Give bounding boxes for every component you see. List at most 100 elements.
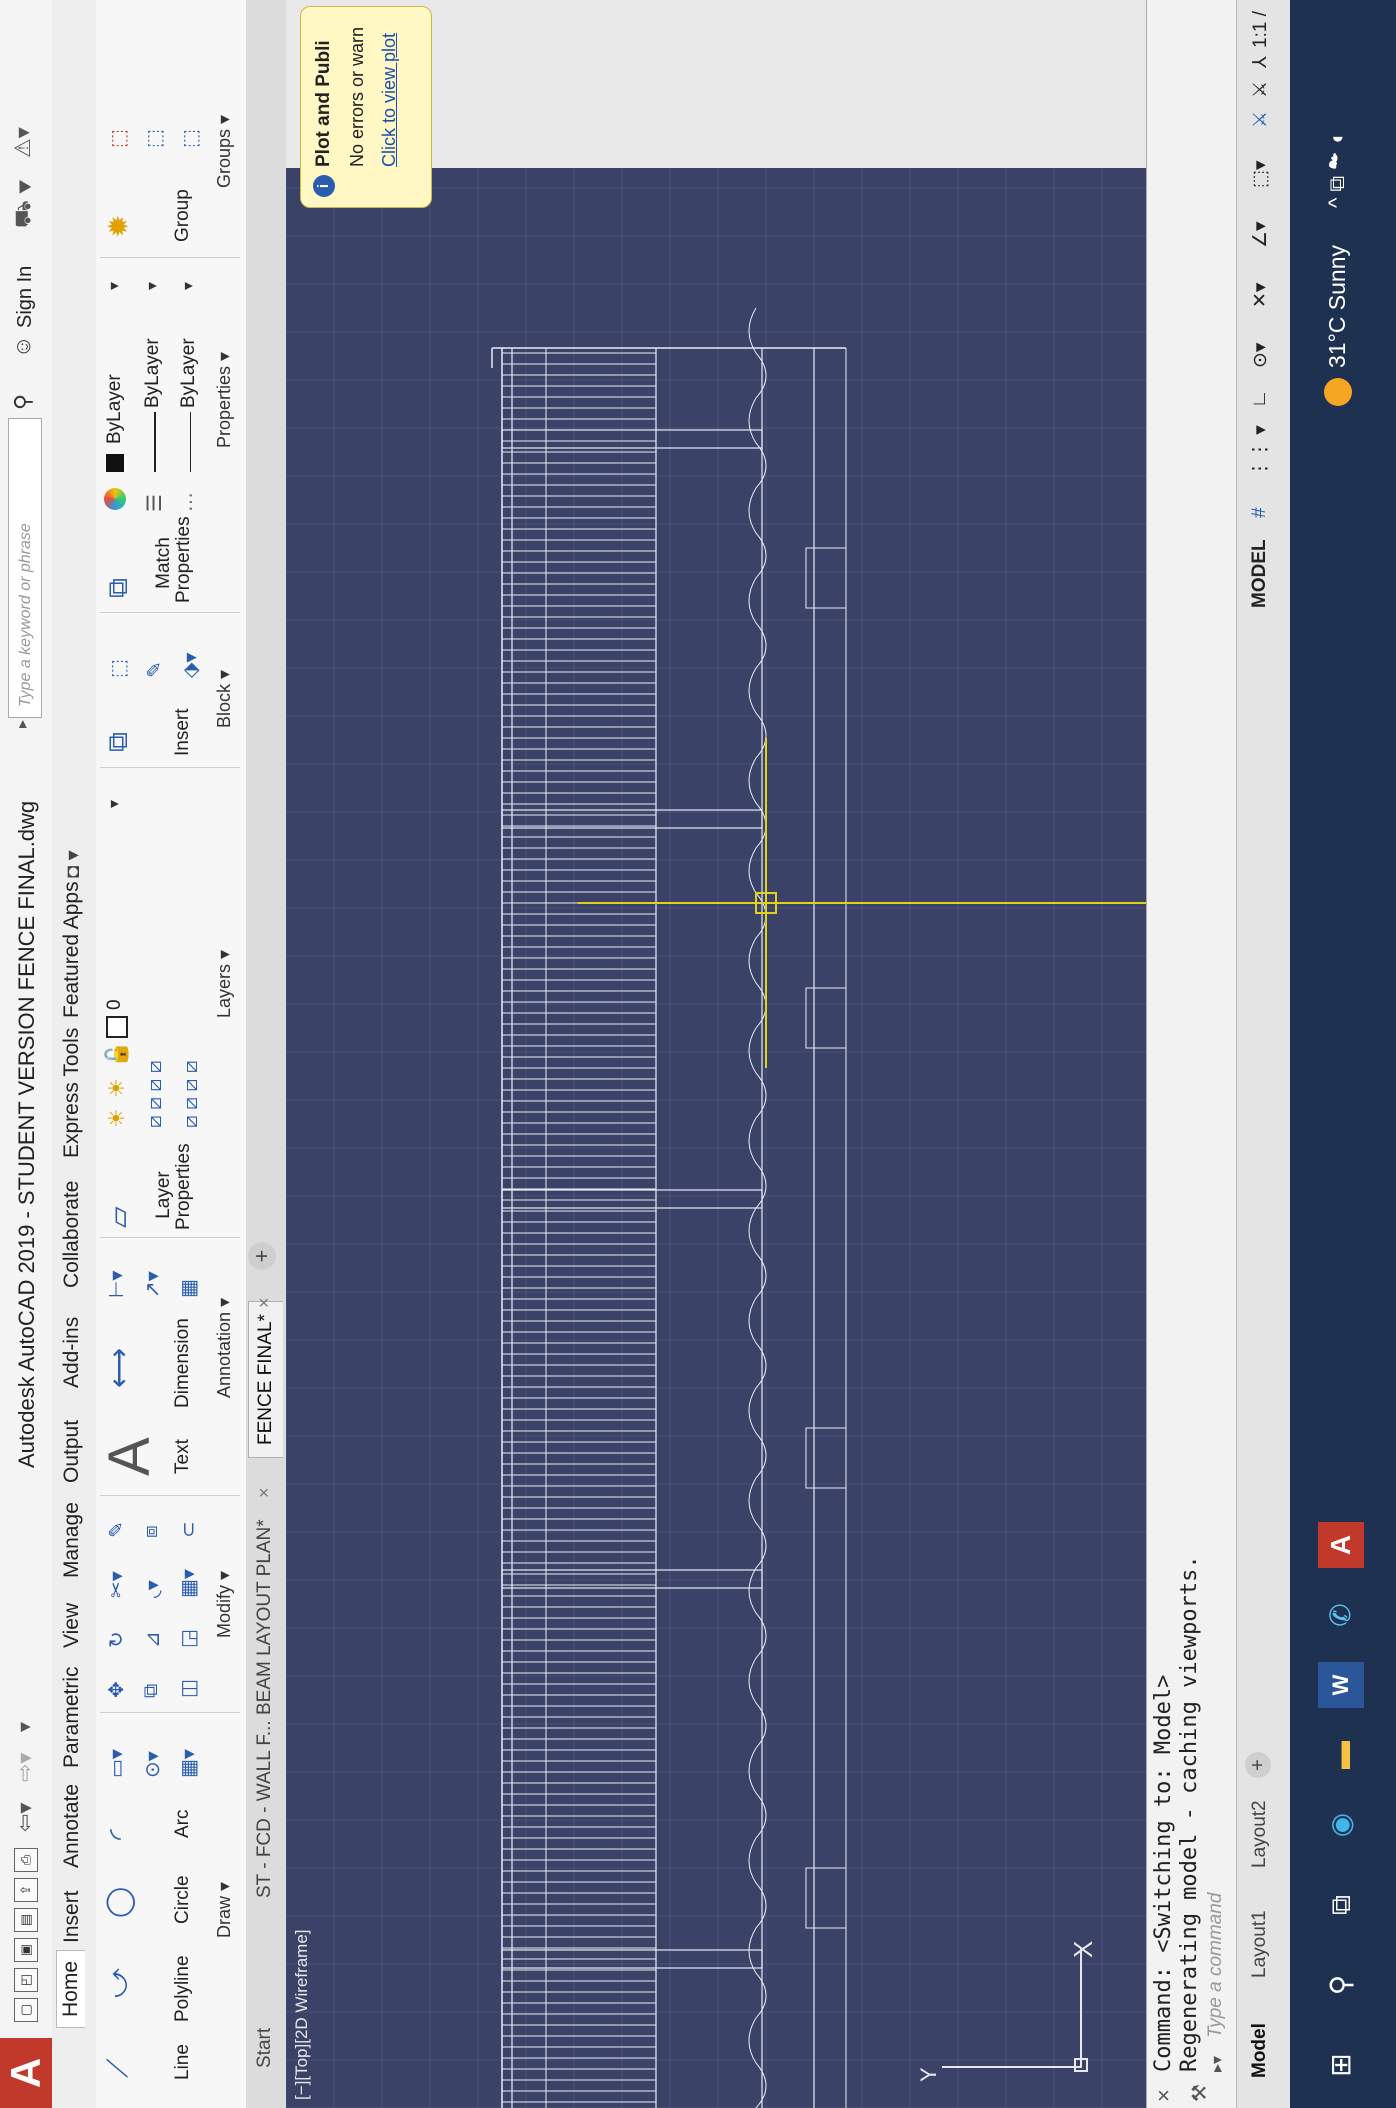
tab-layout2[interactable]: Layout2 [1249, 1800, 1271, 1868]
tab-output[interactable]: Output [60, 1420, 84, 1483]
tab-featured-apps[interactable]: Featured Apps [60, 881, 84, 1018]
search-input[interactable]: Type a keyword or phrase [8, 418, 42, 718]
save-as-icon[interactable]: ▤ [14, 1908, 38, 1932]
layer-dropdown-icon[interactable]: ▾ [104, 800, 124, 808]
plot-notification-balloon[interactable]: i Plot and Publi No errors or warn Click… [300, 6, 432, 208]
print-icon[interactable]: ⎙ [14, 1848, 38, 1872]
layer-tool-icon[interactable]: ⧄ ⧄ ⧄ ⧄ [180, 1060, 203, 1128]
windows-start-icon[interactable]: ⊞ [1318, 2042, 1364, 2088]
new-file-icon[interactable]: ▢ [14, 1998, 38, 2022]
circle-icon[interactable]: ◯ [102, 1887, 135, 1918]
grid-icon[interactable]: # [1249, 507, 1271, 518]
fillet-icon[interactable]: ◟▾ [140, 1580, 165, 1598]
tab-beam-layout[interactable]: ST - FCD - WALL F... BEAM LAYOUT PLAN* [254, 1519, 276, 1898]
dimension-button[interactable]: Dimension [172, 1318, 194, 1408]
linear-dim-icon[interactable]: ⊢▾ [104, 1271, 129, 1298]
group-button[interactable]: Group [172, 189, 194, 242]
tab-annotate[interactable]: Annotate [60, 1784, 84, 1868]
create-block-icon[interactable]: ⬚ [106, 659, 131, 678]
tab-insert[interactable]: Insert [60, 1890, 84, 1943]
match-properties-button[interactable]: Match Properties [153, 516, 194, 603]
lineweight-dropdown[interactable]: ByLayer [142, 338, 164, 408]
weather-widget[interactable]: 31°C Sunny [1324, 245, 1351, 368]
copy-icon[interactable]: ⧉ [140, 1684, 163, 1698]
draw-panel-label[interactable]: Draw ▾ [214, 1882, 235, 1938]
undo-icon[interactable]: ⇦▾ [12, 1803, 38, 1832]
leader-icon[interactable]: ↗▾ [140, 1271, 165, 1298]
move-icon[interactable]: ✥ [104, 1681, 129, 1698]
polyline-button[interactable]: Polyline [172, 1955, 194, 2022]
polar-icon[interactable]: ⊙▾ [1249, 343, 1272, 368]
group-select-icon[interactable]: ⬚ [178, 129, 203, 148]
layer-on-icon[interactable]: ☀ [104, 1108, 130, 1128]
edge-browser-icon[interactable]: ◉ [1318, 1802, 1364, 1848]
tab-home[interactable]: Home [56, 1949, 85, 2028]
edit-attributes-icon[interactable]: ⬗▾ [178, 653, 203, 678]
annotation-scale-icon[interactable]: ⅄ [1249, 56, 1272, 68]
color-swatch[interactable] [106, 454, 124, 472]
autocad-taskbar-icon[interactable]: A [1318, 1522, 1364, 1568]
ribbon-toggle-icon[interactable]: ◘ ▾ [60, 850, 85, 878]
dimension-icon[interactable]: ⟷ [102, 1348, 135, 1388]
groups-panel-label[interactable]: Groups ▾ [214, 115, 235, 188]
ungroup-icon[interactable]: ⬚ [106, 129, 131, 148]
arc-icon[interactable]: ◜ [102, 1829, 135, 1840]
new-tab-icon[interactable]: + [248, 1242, 276, 1270]
current-layer[interactable]: 0 [104, 999, 126, 1010]
layer-tool-icon[interactable]: ⧄ ⧄ ⧄ ⧄ [144, 1060, 167, 1128]
rotate-icon[interactable]: ↻ [104, 1631, 129, 1648]
chat-icon[interactable]: ✆ [1318, 1592, 1364, 1638]
erase-icon[interactable]: ✎ [104, 1521, 129, 1538]
selection-cycling-icon[interactable]: ⬚▾ [1249, 161, 1272, 189]
table-icon[interactable]: ▦ [176, 1279, 201, 1298]
group-edit-icon[interactable]: ⬚ [142, 129, 167, 148]
stretch-icon[interactable]: ◫ [176, 1679, 201, 1698]
match-properties-icon[interactable]: ⧉ [102, 578, 135, 598]
ellipse-icon[interactable]: ⊙▾ [140, 1751, 165, 1778]
dropdown-icon[interactable]: ▾ [104, 282, 124, 290]
add-layout-icon[interactable]: + [1245, 1752, 1271, 1778]
insert-block-icon[interactable]: ⧉ [102, 732, 135, 752]
snap-icon[interactable]: ⋮⋮ ▾ [1249, 425, 1272, 478]
color-dropdown[interactable]: ByLayer [104, 374, 126, 444]
layer-properties-icon[interactable]: ▱ [102, 1206, 135, 1228]
edit-block-icon[interactable]: ✎ [142, 661, 167, 678]
tab-start[interactable]: Start [254, 2028, 276, 2068]
binoculars-icon[interactable]: ⚲ [10, 394, 36, 410]
layers-panel-label[interactable]: Layers ▾ [214, 950, 235, 1018]
taskbar-search-icon[interactable]: ⚲ [1318, 1962, 1364, 2008]
file-explorer-icon[interactable]: ▬ [1318, 1732, 1364, 1778]
system-tray-icon[interactable]: ^ ⧉ ☁ ◖ [1324, 133, 1350, 208]
cart-icon[interactable]: ⛟ ▾ [10, 179, 39, 228]
dropdown-icon[interactable]: ▾ [178, 282, 198, 290]
block-panel-label[interactable]: Block ▾ [214, 670, 235, 728]
sign-in-button[interactable]: Sign In [14, 266, 37, 328]
tab-model[interactable]: Model [1249, 2023, 1271, 2078]
autocad-logo-icon[interactable]: A [0, 2038, 52, 2108]
close-tab-icon[interactable]: × [254, 1487, 275, 1498]
view-plot-link[interactable]: Click to view plot [379, 33, 400, 167]
linetype-dropdown[interactable]: ByLayer [178, 338, 200, 408]
redo-icon[interactable]: ⇨▾ [12, 1753, 38, 1782]
wrench-icon[interactable]: ⚒ [1187, 2084, 1212, 2102]
rectangle-icon[interactable]: ▭▾ [104, 1749, 129, 1778]
viewport-controls[interactable]: [−][Top][2D Wireframe] [292, 1929, 312, 2100]
tab-express-tools[interactable]: Express Tools [60, 1028, 84, 1158]
text-icon[interactable]: A [96, 1437, 163, 1476]
layer-color-swatch[interactable] [106, 1016, 128, 1038]
annotation-scale[interactable]: 1:1 / 100% ▾ [1249, 8, 1272, 48]
annotation-visibility-icon[interactable]: ⚔ [1249, 111, 1272, 128]
web-mobile-icon[interactable]: ⇪ [14, 1878, 38, 1902]
polyline-icon[interactable]: ⤻ [102, 1968, 135, 1998]
tab-view[interactable]: View [60, 1603, 84, 1648]
explode-icon[interactable]: ⧈ [140, 1525, 163, 1538]
text-button[interactable]: Text [172, 1439, 194, 1474]
modify-panel-label[interactable]: Modify ▾ [214, 1571, 235, 1638]
open-file-icon[interactable]: ◰ [14, 1968, 38, 1992]
hatch-icon[interactable]: ▦▾ [176, 1749, 201, 1778]
tab-collaborate[interactable]: Collaborate [60, 1181, 84, 1288]
scale-icon[interactable]: ◲ [176, 1629, 201, 1648]
tab-addins[interactable]: Add-ins [60, 1317, 84, 1388]
word-icon[interactable]: W [1318, 1662, 1364, 1708]
otrack-icon[interactable]: ∠▾ [1249, 221, 1272, 248]
